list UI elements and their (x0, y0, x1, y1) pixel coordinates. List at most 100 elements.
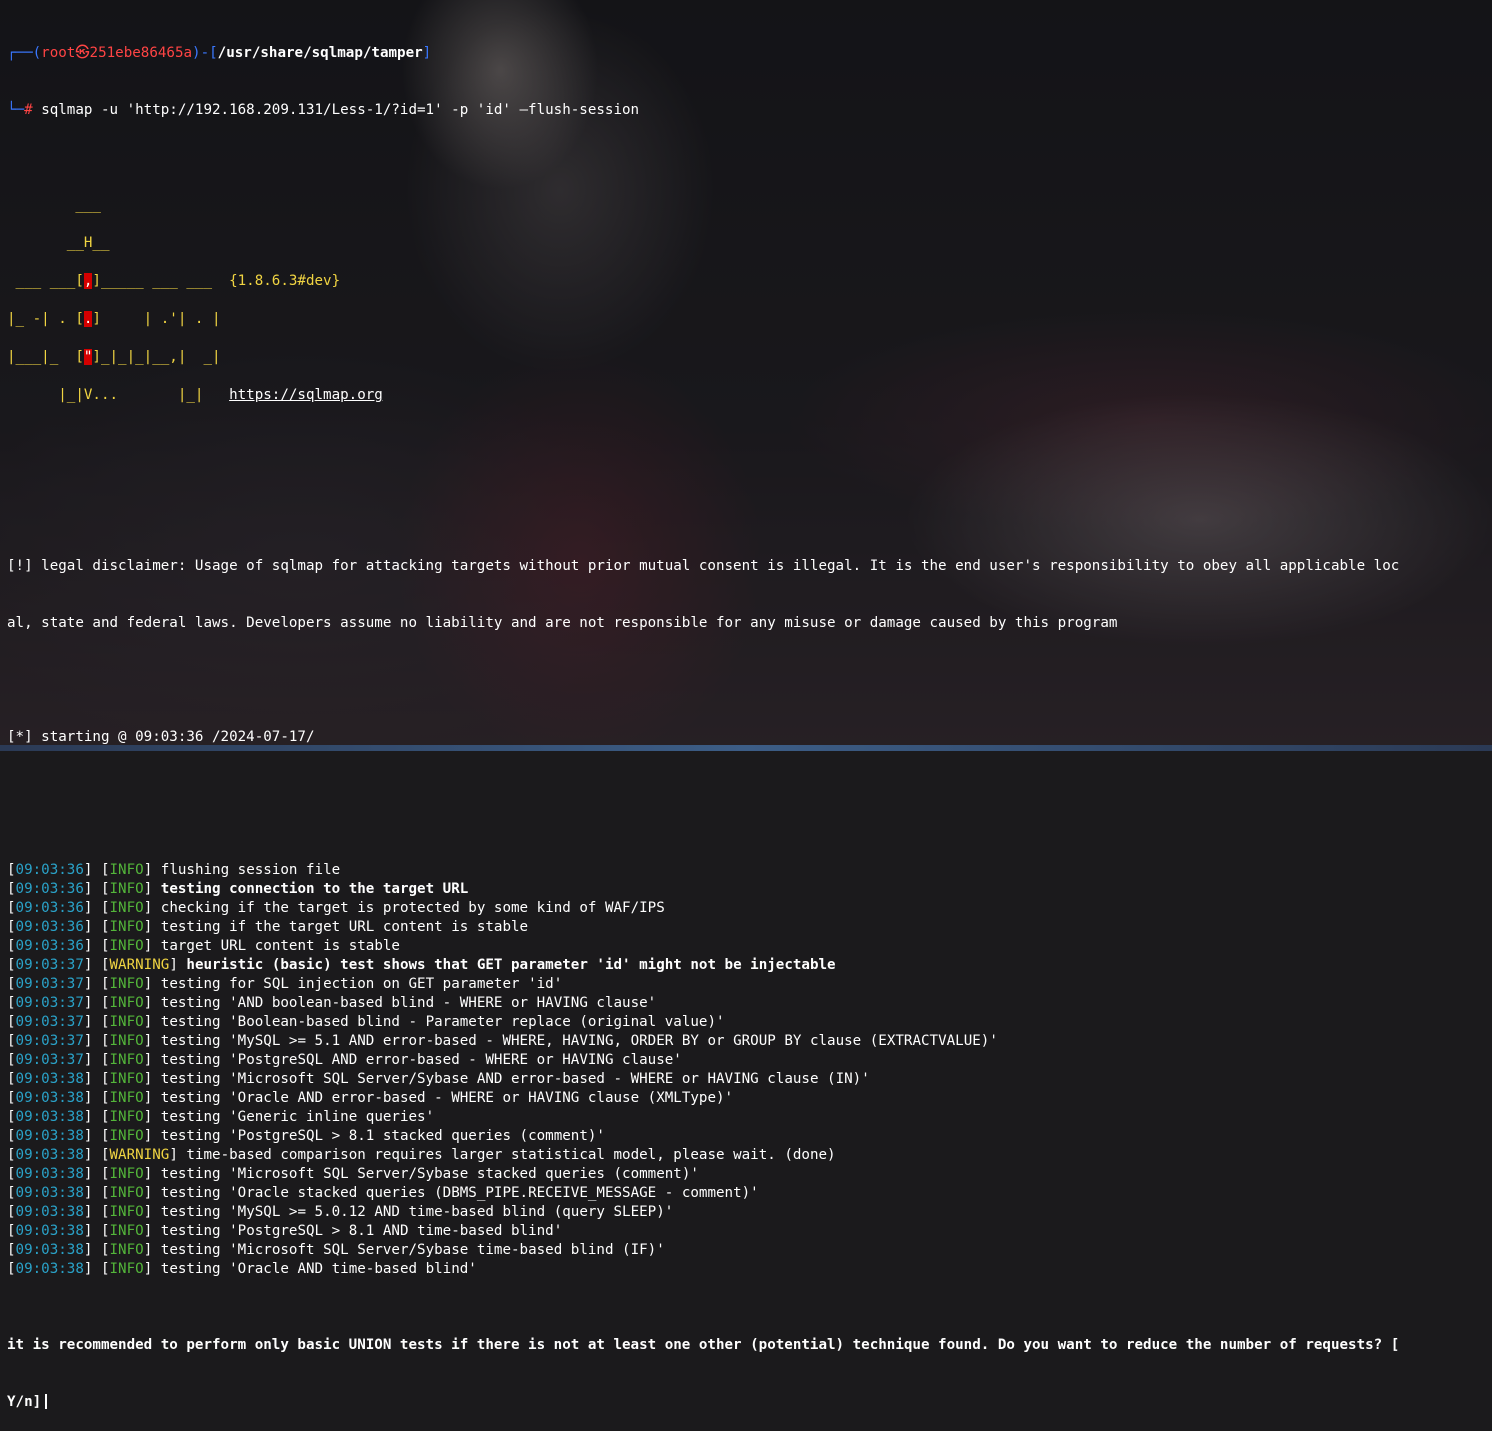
log-level: INFO (109, 1204, 144, 1220)
log-line: [09:03:38] [INFO] testing 'PostgreSQL > … (7, 1223, 563, 1239)
log-timestamp: 09:03:36 (15, 938, 84, 954)
sqlmap-logo: ___ __H__ ___ ___[,]_____ ___ ___ {1.8.6… (7, 197, 383, 403)
log-level: INFO (109, 1185, 144, 1201)
log-line: [09:03:37] [WARNING] heuristic (basic) t… (7, 957, 836, 973)
taskbar-edge (0, 745, 1492, 751)
log-level: INFO (109, 1109, 144, 1125)
log-message: checking if the target is protected by s… (160, 900, 665, 916)
log-timestamp: 09:03:38 (15, 1071, 84, 1087)
log-line: [09:03:36] [INFO] testing connection to … (7, 881, 469, 897)
log-timestamp: 09:03:37 (15, 957, 84, 973)
version-label: {1.8.6.3#dev} (229, 273, 341, 289)
log-line: [09:03:37] [INFO] testing 'AND boolean-b… (7, 995, 657, 1011)
log-message: testing 'Generic inline queries' (160, 1109, 435, 1125)
command-text: sqlmap -u 'http://192.168.209.131/Less-1… (41, 102, 640, 118)
log-timestamp: 09:03:38 (15, 1147, 84, 1163)
log-message: testing 'MySQL >= 5.1 AND error-based - … (160, 1033, 998, 1049)
log-timestamp: 09:03:36 (15, 862, 84, 878)
log-message: testing 'Microsoft SQL Server/Sybase sta… (160, 1166, 699, 1182)
log-line: [09:03:36] [INFO] flushing session file (7, 862, 341, 878)
prompt-line-1: ┌──(root㉿251ebe86465a)-[/usr/share/sqlma… (7, 45, 432, 61)
log-line: [09:03:36] [INFO] testing if the target … (7, 919, 529, 935)
log-message: testing 'AND boolean-based blind - WHERE… (160, 995, 657, 1011)
log-line: [09:03:38] [INFO] testing 'Microsoft SQL… (7, 1166, 699, 1182)
log-timestamp: 09:03:38 (15, 1109, 84, 1125)
terminal-output[interactable]: ┌──(root㉿251ebe86465a)-[/usr/share/sqlma… (7, 6, 1482, 1431)
log-timestamp: 09:03:37 (15, 1033, 84, 1049)
log-line: [09:03:38] [INFO] testing 'MySQL >= 5.0.… (7, 1204, 674, 1220)
log-timestamp: 09:03:38 (15, 1242, 84, 1258)
log-timestamp: 09:03:37 (15, 976, 84, 992)
log-message: testing 'Microsoft SQL Server/Sybase tim… (160, 1242, 665, 1258)
log-level: INFO (109, 1052, 144, 1068)
log-message: testing 'Oracle stacked queries (DBMS_PI… (160, 1185, 759, 1201)
log-line: [09:03:38] [INFO] testing 'PostgreSQL > … (7, 1128, 605, 1144)
log-timestamp: 09:03:38 (15, 1128, 84, 1144)
log-message: target URL content is stable (160, 938, 400, 954)
log-timestamp: 09:03:37 (15, 1052, 84, 1068)
log-timestamp: 09:03:38 (15, 1166, 84, 1182)
log-timestamp: 09:03:38 (15, 1185, 84, 1201)
log-timestamp: 09:03:38 (15, 1261, 84, 1277)
log-timestamp: 09:03:37 (15, 1014, 84, 1030)
log-level: INFO (109, 1090, 144, 1106)
log-line: [09:03:37] [INFO] testing 'PostgreSQL AN… (7, 1052, 682, 1068)
log-level: WARNING (109, 957, 170, 973)
log-message: testing 'PostgreSQL > 8.1 AND time-based… (160, 1223, 563, 1239)
log-level: INFO (109, 1261, 144, 1277)
log-line: [09:03:38] [WARNING] time-based comparis… (7, 1147, 836, 1163)
prompt-symbol: # (24, 102, 33, 118)
log-line: [09:03:38] [INFO] testing 'Generic inlin… (7, 1109, 435, 1125)
log-line: [09:03:37] [INFO] testing 'Boolean-based… (7, 1014, 725, 1030)
log-level: INFO (109, 1128, 144, 1144)
log-timestamp: 09:03:38 (15, 1223, 84, 1239)
log-level: INFO (109, 1033, 144, 1049)
log-timestamp: 09:03:38 (15, 1204, 84, 1220)
log-level: INFO (109, 1166, 144, 1182)
log-line: [09:03:38] [INFO] testing 'Oracle stacke… (7, 1185, 759, 1201)
log-message: testing connection to the target URL (160, 881, 469, 897)
question-line-2[interactable]: Y/n] (7, 1393, 1482, 1412)
log-timestamp: 09:03:36 (15, 919, 84, 935)
log-level: INFO (109, 900, 144, 916)
log-message: flushing session file (160, 862, 341, 878)
log-timestamp: 09:03:38 (15, 1090, 84, 1106)
log-line: [09:03:37] [INFO] testing for SQL inject… (7, 976, 563, 992)
log-level: INFO (109, 862, 144, 878)
log-level: INFO (109, 881, 144, 897)
log-message: testing 'MySQL >= 5.0.12 AND time-based … (160, 1204, 674, 1220)
log-line: [09:03:38] [INFO] testing 'Microsoft SQL… (7, 1242, 665, 1258)
prompt-user-host: root㉿251ebe86465a (41, 45, 193, 61)
log-timestamp: 09:03:36 (15, 900, 84, 916)
log-message: time-based comparison requires larger st… (186, 1147, 836, 1163)
log-line: [09:03:36] [INFO] target URL content is … (7, 938, 400, 954)
disclaimer-line-1: [!] legal disclaimer: Usage of sqlmap fo… (7, 558, 1400, 574)
log-level: INFO (109, 938, 144, 954)
log-timestamp: 09:03:37 (15, 995, 84, 1011)
log-message: testing 'Oracle AND time-based blind' (160, 1261, 477, 1277)
log-level: INFO (109, 995, 144, 1011)
log-line: [09:03:36] [INFO] checking if the target… (7, 900, 665, 916)
sqlmap-website-link[interactable]: https://sqlmap.org (229, 387, 383, 403)
log-level: WARNING (109, 1147, 170, 1163)
log-message: testing for SQL injection on GET paramet… (160, 976, 563, 992)
log-level: INFO (109, 1242, 144, 1258)
log-message: testing 'Boolean-based blind - Parameter… (160, 1014, 725, 1030)
log-level: INFO (109, 1014, 144, 1030)
log-message: testing 'PostgreSQL AND error-based - WH… (160, 1052, 682, 1068)
log-list: [09:03:36] [INFO] flushing session file [… (7, 861, 1482, 1279)
log-line: [09:03:38] [INFO] testing 'Oracle AND er… (7, 1090, 734, 1106)
log-timestamp: 09:03:36 (15, 881, 84, 897)
question-options: Y/n] (7, 1394, 42, 1410)
disclaimer-line-2: al, state and federal laws. Developers a… (7, 615, 1118, 631)
log-level: INFO (109, 1223, 144, 1239)
log-message: testing if the target URL content is sta… (160, 919, 529, 935)
log-line: [09:03:37] [INFO] testing 'MySQL >= 5.1 … (7, 1033, 998, 1049)
prompt-line-2: └─# sqlmap -u 'http://192.168.209.131/Le… (7, 102, 640, 118)
log-level: INFO (109, 919, 144, 935)
log-message: testing 'Oracle AND error-based - WHERE … (160, 1090, 734, 1106)
log-line: [09:03:38] [INFO] testing 'Oracle AND ti… (7, 1261, 477, 1277)
prompt-path: /usr/share/sqlmap/tamper (217, 45, 423, 61)
text-cursor (45, 1394, 48, 1409)
log-line: [09:03:38] [INFO] testing 'Microsoft SQL… (7, 1071, 870, 1087)
